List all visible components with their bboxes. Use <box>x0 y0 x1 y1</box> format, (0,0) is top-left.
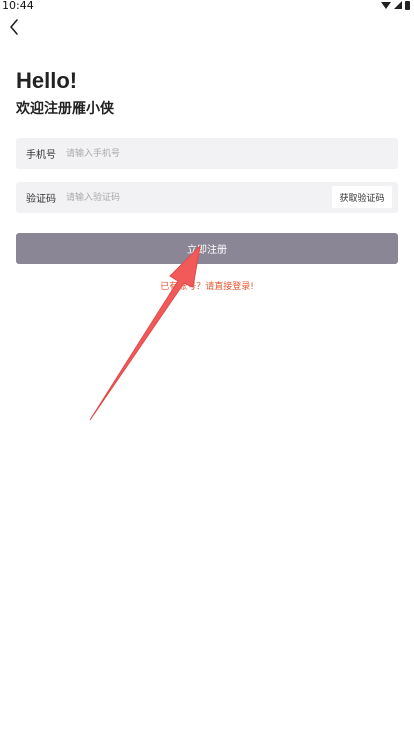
chevron-left-icon <box>10 19 18 35</box>
signal-icon <box>394 1 402 9</box>
login-prompt-text: 已有账号？ <box>160 282 206 292</box>
page-title: Hello! <box>16 68 78 93</box>
login-prompt: 已有账号？请直接登录! <box>0 279 414 292</box>
get-code-button[interactable]: 获取验证码 <box>332 186 392 208</box>
login-link[interactable]: 请直接登录! <box>205 282 254 292</box>
page-subtitle: 欢迎注册雁小侠 <box>16 101 114 117</box>
battery-icon <box>405 0 410 10</box>
code-field: 验证码 获取验证码 <box>16 182 398 213</box>
code-label: 验证码 <box>26 194 56 205</box>
phone-field: 手机号 <box>16 138 398 169</box>
wifi-icon <box>381 1 391 9</box>
back-button[interactable] <box>6 16 24 38</box>
phone-input[interactable] <box>64 142 328 166</box>
status-icons <box>381 0 410 10</box>
register-button[interactable]: 立即注册 <box>16 233 398 264</box>
status-time: 10:44 <box>2 0 34 12</box>
phone-label: 手机号 <box>26 150 56 161</box>
code-input[interactable] <box>64 186 328 210</box>
annotation-arrow-shape <box>89 244 201 421</box>
status-bar: 10:44 <box>0 0 414 12</box>
